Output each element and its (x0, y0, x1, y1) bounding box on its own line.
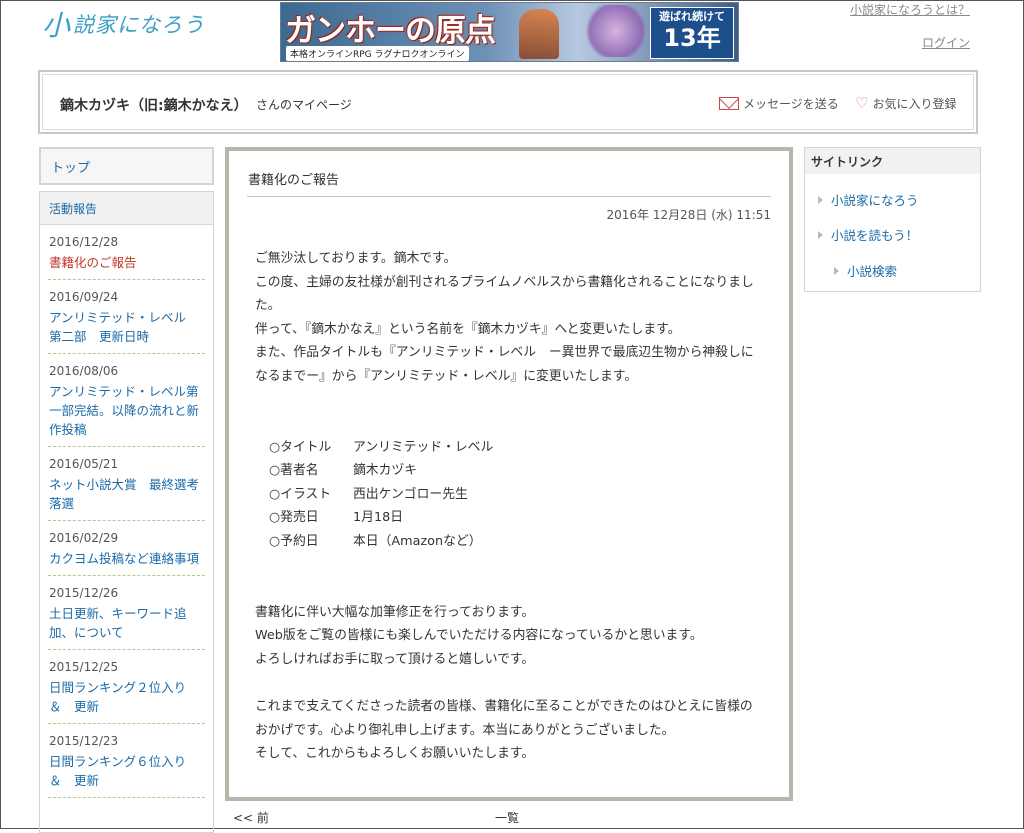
info-label: ○著者名 (269, 463, 319, 479)
body-line: ご無沙汰しております。鏑木です。 (255, 251, 457, 266)
login-link[interactable]: ログイン (922, 34, 970, 51)
user-name: 鏑木カヅキ（旧:鏑木かなえ） (60, 98, 248, 114)
info-row: ○イラスト 西出ケンゴロー先生 (255, 483, 765, 507)
logo-mark: 小 (42, 9, 72, 42)
list-item: 2015/12/25 日間ランキング２位入り ＆ 更新 (48, 650, 205, 724)
report-link[interactable]: カクヨム投稿など連絡事項 (49, 549, 205, 568)
site-links-heading: サイトリンク (805, 148, 980, 174)
title-divider (247, 196, 771, 197)
heart-icon: ♡ (855, 94, 869, 112)
report-link[interactable]: 日間ランキング２位入り ＆ 更新 (49, 678, 205, 716)
user-page-suffix: さんのマイページ (256, 98, 352, 112)
info-value: 1月18日 (353, 510, 404, 526)
body-line: この度、主婦の友社様が創刊されるプライムノベルスから書籍化されることになりました… (255, 274, 754, 314)
report-link[interactable]: 土日更新、キーワード追加、について (49, 604, 205, 642)
site-logo[interactable]: 小 説家になろう (42, 8, 206, 42)
report-date: 2015/12/26 (49, 586, 119, 600)
sidebar-item-top[interactable]: トップ (39, 147, 214, 185)
banner-subtext: 本格オンラインRPG ラグナロクオンライン (286, 46, 469, 61)
report-link[interactable]: 日間ランキング６位入り ＆ 更新 (49, 752, 205, 790)
report-date: 2016/05/21 (49, 457, 119, 471)
sitelink-yomou[interactable]: 小説を読もう！ (818, 225, 918, 244)
left-sidebar: トップ 活動報告 2016/12/28 書籍化のご報告 2016/09/24 ア… (39, 147, 214, 833)
info-label: ○イラスト (269, 486, 332, 502)
activity-report-list: 活動報告 2016/12/28 書籍化のご報告 2016/09/24 アンリミテ… (39, 191, 214, 833)
body-line: また、作品タイトルも『アンリミテッド・レベル ー異世界で最底辺生物から神殺しにな… (255, 345, 754, 384)
triangle-right-icon (818, 195, 823, 204)
post-title: 書籍化のご報告 (248, 173, 340, 188)
list-item: 2016/09/24 アンリミテッド・レベル 第二部 更新日時 (48, 280, 205, 354)
info-label: ○予約日 (269, 533, 319, 549)
body-line: 書籍化に伴い大幅な加筆修正を行っております。 (255, 604, 535, 620)
list-item: 2016/05/21 ネット小説大賞 最終選考落選 (48, 447, 205, 521)
banner-badge-number: 13年 (663, 24, 721, 52)
report-date: 2015/12/25 (49, 660, 119, 674)
sitelink-narou[interactable]: 小説家になろう (818, 190, 919, 209)
report-link[interactable]: 書籍化のご報告 (49, 253, 205, 272)
body-line: これまで支えてくださった読者の皆様、書籍化に至ることができたのはひとえに皆様のお… (255, 698, 753, 738)
info-value: アンリミテッド・レベル (353, 439, 494, 455)
banner-badge: 遊ばれ続けて 13年 (650, 7, 734, 59)
logo-text: 説家になろう (73, 13, 206, 37)
list-item: 2015/12/23 日間ランキング６位入り ＆ 更新 (48, 724, 205, 798)
info-value: 本日（Amazonなど） (353, 533, 482, 549)
body-line: 伴って、『鏑木かなえ』という名前を『鏑木カヅキ』へと変更いたします。 (255, 321, 681, 337)
info-row: ○タイトル アンリミテッド・レベル (255, 436, 765, 460)
activity-report-heading[interactable]: 活動報告 (40, 192, 213, 225)
post-list-link[interactable]: 一覧 (495, 809, 519, 826)
info-row: ○発売日 1月18日 (255, 506, 765, 530)
report-date: 2016/08/06 (49, 364, 119, 378)
banner-wing-image (581, 5, 651, 57)
banner-character-image (519, 9, 559, 59)
about-link[interactable]: 小説家になろうとは？ (850, 1, 970, 18)
sitelink-label: 小説検索 (847, 264, 898, 279)
info-row: ○予約日 本日（Amazonなど） (255, 530, 765, 554)
site-links-panel: サイトリンク 小説家になろう 小説を読もう！ 小説検索 (804, 147, 981, 292)
post-body: ご無沙汰しております。鏑木です。 この度、主婦の友社様が創刊されるプライムノベル… (255, 247, 765, 766)
banner-badge-top: 遊ばれ続けて (659, 10, 725, 23)
list-item: 2016/12/28 書籍化のご報告 (48, 225, 205, 280)
sitelink-label: 小説家になろう (831, 193, 919, 208)
send-message-button[interactable]: メッセージを送る (719, 95, 839, 112)
body-line: Web版をご覧の皆様にも楽しんでいただける内容になっているかと思います。 (255, 628, 703, 644)
triangle-right-icon (818, 230, 823, 239)
add-favorite-button[interactable]: ♡ お気に入り登録 (855, 95, 956, 112)
info-label: ○発売日 (269, 510, 319, 526)
report-date: 2016/09/24 (49, 290, 119, 304)
report-date: 2015/12/23 (49, 734, 119, 748)
post-panel: 書籍化のご報告 2016年 12月28日 (水) 11:51 ご無沙汰しておりま… (225, 147, 793, 801)
body-line: よろしければお手に取って頂けると嬉しいです。 (255, 651, 535, 667)
report-link[interactable]: アンリミテッド・レベル 第二部 更新日時 (49, 308, 205, 346)
post-date: 2016年 12月28日 (水) 11:51 (606, 208, 771, 222)
list-item: 2015/12/26 土日更新、キーワード追加、について (48, 576, 205, 650)
mail-icon (719, 97, 739, 110)
add-favorite-label: お気に入り登録 (872, 97, 957, 111)
info-row: ○著者名 鏑木カヅキ (255, 459, 765, 483)
list-item: 2016/02/29 カクヨム投稿など連絡事項 (48, 521, 205, 576)
sitelink-label: 小説を読もう！ (831, 228, 919, 243)
send-message-label: メッセージを送る (743, 97, 839, 111)
info-value: 鏑木カヅキ (353, 463, 417, 479)
report-date: 2016/12/28 (49, 235, 119, 249)
body-line: そして、これからもよろしくお願いいたします。 (255, 746, 535, 762)
report-date: 2016/02/29 (49, 531, 119, 545)
ad-banner[interactable]: ガンホーの原点 本格オンラインRPG ラグナロクオンライン 遊ばれ続けて 13年 (280, 2, 739, 62)
banner-headline: ガンホーの原点 (285, 13, 496, 49)
list-item: 2016/08/06 アンリミテッド・レベル第一部完結。以降の流れと新作投稿 (48, 354, 205, 447)
previous-post-link[interactable]: << 前 (233, 809, 269, 826)
report-link[interactable]: アンリミテッド・レベル第一部完結。以降の流れと新作投稿 (49, 382, 205, 439)
triangle-right-icon (834, 266, 839, 275)
sitelink-search[interactable]: 小説検索 (834, 261, 897, 280)
user-header: 鏑木カヅキ（旧:鏑木かなえ） さんのマイページ メッセージを送る ♡ お気に入り… (38, 70, 978, 134)
info-label: ○タイトル (269, 439, 332, 455)
report-link[interactable]: ネット小説大賞 最終選考落選 (49, 475, 205, 513)
info-value: 西出ケンゴロー先生 (353, 486, 468, 502)
